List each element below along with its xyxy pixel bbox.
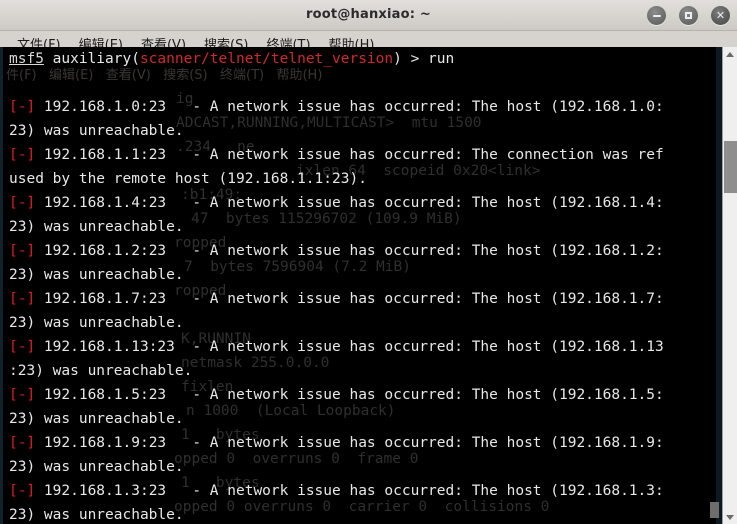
error-status-tag: [-] xyxy=(9,435,36,451)
output-error-line: [-] 192.168.1.9:23 - A network issue has… xyxy=(9,431,722,455)
output-wrapped-line: 23) was unreachable. xyxy=(9,215,722,239)
wrapped-line-body: 23) was unreachable. xyxy=(9,123,184,139)
error-line-body: 192.168.1.3:23 - A network issue has occ… xyxy=(35,483,664,499)
output-error-line: [-] 192.168.1.2:23 - A network issue has… xyxy=(9,239,722,263)
error-status-tag: [-] xyxy=(9,339,36,355)
output-wrapped-line: 23) was unreachable. xyxy=(9,455,722,479)
terminal-canvas: 件(F) 编辑(E) 查看(V) 搜索(S) 终端(T) 帮助(H) ig ADCA… xyxy=(6,47,722,524)
terminal-window: root@hanxiao: ~ ✕ 文件(F) 编辑(E) 查看(V) 搜索(S… xyxy=(0,0,737,524)
minimize-icon xyxy=(647,6,666,25)
output-wrapped-line: 23) was unreachable. xyxy=(9,407,722,431)
terminal-scrollbar[interactable] xyxy=(722,47,737,524)
output-error-line: [-] 192.168.1.7:23 - A network issue has… xyxy=(9,287,722,311)
output-wrapped-line: 23) was unreachable. xyxy=(9,503,722,524)
error-line-body: 192.168.1.2:23 - A network issue has occ… xyxy=(35,243,664,259)
output-wrapped-line: used by the remote host (192.168.1.1:23)… xyxy=(9,167,722,191)
error-line-body: 192.168.1.0:23 - A network issue has occ… xyxy=(35,99,664,115)
wrapped-line-body: used by the remote host (192.168.1.1:23)… xyxy=(9,171,367,187)
output-error-line: [-] 192.168.1.4:23 - A network issue has… xyxy=(9,191,722,215)
prompt-line: msf5 auxiliary(scanner/telnet/telnet_ver… xyxy=(9,47,722,71)
wrapped-line-body: 23) was unreachable. xyxy=(9,315,184,331)
prompt-shell-name: msf5 xyxy=(9,51,44,67)
close-button[interactable]: ✕ xyxy=(711,6,730,25)
wrapped-line-body: 23) was unreachable. xyxy=(9,267,184,283)
error-line-body: 192.168.1.13:23 - A network issue has oc… xyxy=(35,339,664,355)
scroll-down-arrow-icon[interactable] xyxy=(723,510,737,524)
error-line-body: 192.168.1.7:23 - A network issue has occ… xyxy=(35,291,664,307)
scrollbar-thumb[interactable] xyxy=(724,141,737,193)
output-wrapped-line: 23) was unreachable. xyxy=(9,311,722,335)
terminal-cursor xyxy=(710,502,719,518)
minimize-button[interactable] xyxy=(647,6,666,25)
error-status-tag: [-] xyxy=(9,243,36,259)
error-line-body: 192.168.1.4:23 - A network issue has occ… xyxy=(35,195,664,211)
terminal-frame: 件(F) 编辑(E) 查看(V) 搜索(S) 终端(T) 帮助(H) ig ADCA… xyxy=(0,47,722,524)
window-title: root@hanxiao: ~ xyxy=(306,7,431,22)
terminal-output-area[interactable]: 件(F) 编辑(E) 查看(V) 搜索(S) 终端(T) 帮助(H) ig ADCA… xyxy=(0,47,737,524)
error-status-tag: [-] xyxy=(9,195,36,211)
maximize-icon xyxy=(679,6,698,25)
title-bar[interactable]: root@hanxiao: ~ ✕ xyxy=(0,0,737,31)
output-wrapped-line: :23) was unreachable. xyxy=(9,359,722,383)
output-error-line: [-] 192.168.1.1:23 - A network issue has… xyxy=(9,143,722,167)
terminal-text: msf5 auxiliary(scanner/telnet/telnet_ver… xyxy=(6,47,722,524)
error-line-body: 192.168.1.5:23 - A network issue has occ… xyxy=(35,387,664,403)
prompt-command: run xyxy=(428,51,455,67)
error-line-body: 192.168.1.1:23 - A network issue has occ… xyxy=(35,147,664,163)
wrapped-line-body: :23) was unreachable. xyxy=(9,363,193,379)
output-error-line: [-] 192.168.1.13:23 - A network issue ha… xyxy=(9,335,722,359)
output-error-line: [-] 192.168.1.5:23 - A network issue has… xyxy=(9,383,722,407)
wrapped-line-body: 23) was unreachable. xyxy=(9,507,184,523)
output-error-line: [-] 192.168.1.0:23 - A network issue has… xyxy=(9,95,722,119)
wrapped-line-body: 23) was unreachable. xyxy=(9,219,184,235)
prompt-module-path: scanner/telnet/telnet_version xyxy=(139,51,394,67)
error-status-tag: [-] xyxy=(9,483,36,499)
maximize-button[interactable] xyxy=(679,6,698,25)
output-wrapped-line: 23) was unreachable. xyxy=(9,119,722,143)
wrapped-line-body: 23) was unreachable. xyxy=(9,411,184,427)
wrapped-line-body: 23) was unreachable. xyxy=(9,459,184,475)
error-status-tag: [-] xyxy=(9,291,36,307)
prompt-context-close: ) > xyxy=(393,51,429,67)
error-status-tag: [-] xyxy=(9,387,36,403)
error-line-body: 192.168.1.9:23 - A network issue has occ… xyxy=(35,435,664,451)
error-status-tag: [-] xyxy=(9,147,36,163)
prompt-context-open: auxiliary( xyxy=(43,51,140,67)
close-icon: ✕ xyxy=(715,9,726,22)
error-status-tag: [-] xyxy=(9,99,36,115)
scroll-up-arrow-icon[interactable] xyxy=(723,47,737,61)
output-wrapped-line: 23) was unreachable. xyxy=(9,263,722,287)
output-error-line: [-] 192.168.1.3:23 - A network issue has… xyxy=(9,479,722,503)
